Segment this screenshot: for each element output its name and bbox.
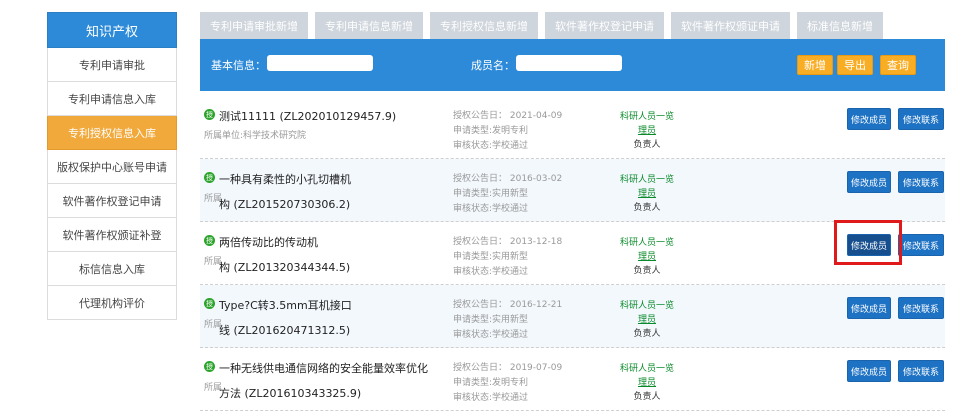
record-status: 审核状态:学校通过 (453, 141, 529, 151)
granted-badge-icon: 授 (204, 172, 215, 183)
edit-member-button[interactable]: 修改成员 (847, 297, 891, 319)
record-title-continued[interactable]: 构 (ZL201320344344.5) (219, 259, 350, 275)
researcher-overview-link[interactable]: 科研人员一览 (620, 172, 674, 185)
member-name-input[interactable] (516, 55, 622, 71)
record-title-continued[interactable]: 方法 (ZL201610343325.9) (219, 385, 361, 401)
granted-badge-icon: 授 (204, 235, 215, 246)
researcher-overview-link[interactable]: 科研人员一览 (620, 361, 674, 374)
highlight-box (834, 220, 902, 265)
sidebar-item-software-certificate[interactable]: 软件著作权颁证补登 (47, 218, 177, 252)
record-date: 授权公告日： 2016-03-02 (453, 174, 563, 184)
granted-badge-icon: 授 (204, 109, 215, 120)
record-title[interactable]: 一种具有柔性的小孔切槽机 (219, 171, 351, 187)
sidebar-item-patent-application-entry[interactable]: 专利申请信息入库 (47, 82, 177, 116)
leader-label: 负责人 (633, 266, 661, 276)
query-button[interactable]: 查询 (880, 55, 916, 75)
list-item: 授 测试11111 (ZL202010129457.9) 所属单位:科学技术研究… (200, 96, 945, 159)
record-title[interactable]: Type?C转3.5mm耳机接口 (219, 297, 352, 313)
record-title-continued[interactable]: 构 (ZL201520730306.2) (219, 196, 350, 212)
leader-label: 负责人 (633, 140, 661, 150)
tab-bar: 专利申请审批新增 专利申请信息新增 专利授权信息新增 软件著作权登记申请 软件著… (200, 12, 883, 39)
edit-member-button[interactable]: 修改成员 (847, 171, 891, 193)
record-unit: 所属单位:科学技术研究院 (204, 131, 307, 141)
sidebar-item-standard-entry[interactable]: 标信信息入库 (47, 252, 177, 286)
tab-patent-grant-add[interactable]: 专利授权信息新增 (430, 12, 538, 39)
sidebar: 知识产权 专利申请审批 专利申请信息入库 专利授权信息入库 版权保护中心账号申请… (47, 12, 177, 320)
record-type: 申请类型:实用新型 (453, 315, 529, 325)
granted-badge-icon: 授 (204, 361, 215, 372)
list-item: 授 一种具有柔性的小孔切槽机 所属 构 (ZL201520730306.2) 授… (200, 159, 945, 222)
add-button[interactable]: 新增 (797, 55, 833, 75)
record-title-continued[interactable]: 线 (ZL201620471312.5) (219, 322, 350, 338)
record-status: 审核状态:学校通过 (453, 204, 529, 214)
member-name-label: 成员名： (471, 59, 515, 72)
edit-contact-button[interactable]: 修改联系 (898, 108, 944, 130)
edit-contact-button[interactable]: 修改联系 (898, 297, 944, 319)
basic-info-input[interactable] (267, 55, 373, 71)
manager-link[interactable]: 理员 (620, 375, 674, 388)
edit-contact-button[interactable]: 修改联系 (898, 360, 944, 382)
researcher-overview-link[interactable]: 科研人员一览 (620, 298, 674, 311)
edit-member-button[interactable]: 修改成员 (847, 360, 891, 382)
edit-member-button[interactable]: 修改成员 (847, 108, 891, 130)
record-status: 审核状态:学校通过 (453, 393, 529, 403)
record-status: 审核状态:学校通过 (453, 330, 529, 340)
record-date: 授权公告日： 2019-07-09 (453, 363, 563, 373)
tab-patent-approval-add[interactable]: 专利申请审批新增 (200, 12, 308, 39)
tab-software-certificate[interactable]: 软件著作权颁证申请 (671, 12, 790, 39)
record-status: 审核状态:学校通过 (453, 267, 529, 277)
sidebar-item-patent-grant-entry[interactable]: 专利授权信息入库 (47, 116, 177, 150)
manager-link[interactable]: 理员 (620, 312, 674, 325)
search-bar: 基本信息： 成员名： 新增 导出 查询 (200, 39, 945, 91)
export-button[interactable]: 导出 (837, 55, 873, 75)
sidebar-item-software-registration[interactable]: 软件著作权登记申请 (47, 184, 177, 218)
manager-link[interactable]: 理员 (620, 123, 674, 136)
sidebar-item-patent-approval[interactable]: 专利申请审批 (47, 48, 177, 82)
sidebar-title: 知识产权 (47, 12, 177, 48)
record-title[interactable]: 测试11111 (ZL202010129457.9) (219, 108, 396, 124)
basic-info-label: 基本信息： (211, 59, 266, 72)
record-type: 申请类型:实用新型 (453, 252, 529, 262)
sidebar-item-agency-evaluation[interactable]: 代理机构评价 (47, 286, 177, 320)
granted-badge-icon: 授 (204, 298, 215, 309)
record-type: 申请类型:实用新型 (453, 189, 529, 199)
record-date: 授权公告日： 2013-12-18 (453, 237, 563, 247)
tab-software-registration[interactable]: 软件著作权登记申请 (545, 12, 664, 39)
leader-label: 负责人 (633, 203, 661, 213)
edit-contact-button[interactable]: 修改联系 (898, 234, 944, 256)
tab-standard-add[interactable]: 标准信息新增 (797, 12, 883, 39)
list-item: 授 Type?C转3.5mm耳机接口 所属 线 (ZL201620471312.… (200, 285, 945, 348)
tab-patent-info-add[interactable]: 专利申请信息新增 (315, 12, 423, 39)
record-type: 申请类型:发明专利 (453, 378, 529, 388)
researcher-overview-link[interactable]: 科研人员一览 (620, 109, 674, 122)
record-type: 申请类型:发明专利 (453, 126, 529, 136)
record-title[interactable]: 一种无线供电通信网络的安全能量效率优化 (219, 360, 428, 376)
researcher-overview-link[interactable]: 科研人员一览 (620, 235, 674, 248)
record-title[interactable]: 两倍传动比的传动机 (219, 234, 318, 250)
manager-link[interactable]: 理员 (620, 186, 674, 199)
leader-label: 负责人 (633, 329, 661, 339)
sidebar-item-copyright-account[interactable]: 版权保护中心账号申请 (47, 150, 177, 184)
leader-label: 负责人 (633, 392, 661, 402)
record-date: 授权公告日： 2021-04-09 (453, 111, 563, 121)
manager-link[interactable]: 理员 (620, 249, 674, 262)
edit-contact-button[interactable]: 修改联系 (898, 171, 944, 193)
record-date: 授权公告日： 2016-12-21 (453, 300, 563, 310)
list-item: 授 一种无线供电通信网络的安全能量效率优化 所属 方法 (ZL201610343… (200, 348, 945, 411)
